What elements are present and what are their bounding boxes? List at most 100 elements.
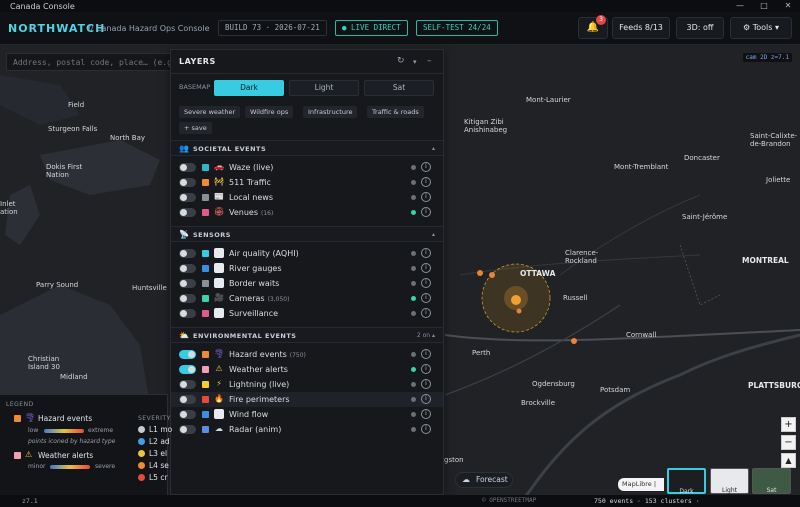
layer-row-air-quality[interactable]: Air quality (AQHI) i — [171, 246, 443, 261]
info-icon[interactable]: i — [421, 177, 431, 187]
place-label: Brockville — [521, 399, 555, 407]
cloud-sun-icon: ⛅ — [179, 331, 189, 340]
info-icon[interactable]: i — [421, 248, 431, 258]
layer-swatch — [202, 280, 209, 287]
refresh-icon[interactable]: ↻ — [397, 56, 405, 66]
layer-row-venues[interactable]: 🏟 Venues (16) i — [171, 205, 443, 220]
layer-swatch — [202, 164, 209, 171]
address-search-input[interactable] — [6, 53, 174, 71]
severity-dot — [138, 450, 145, 457]
tools-menu-button[interactable]: ⚙ Tools ▾ — [730, 17, 792, 39]
osm-attribution[interactable]: © OPENSTREETMAP — [482, 497, 536, 504]
layer-row-cameras[interactable]: 🎥 Cameras (3,050) i — [171, 291, 443, 306]
info-icon[interactable]: i — [421, 162, 431, 172]
layer-toggle[interactable] — [179, 365, 196, 374]
layer-toggle[interactable] — [179, 380, 196, 389]
preset-infrastructure[interactable]: Infrastructure — [303, 106, 358, 118]
layer-row-radar[interactable]: ☁ Radar (anim) i — [171, 422, 443, 437]
warning-icon: ⚠ — [25, 450, 33, 459]
info-icon[interactable]: i — [421, 308, 431, 318]
app-header: NORTHWATCH // Canada Hazard Ops Console … — [0, 12, 800, 45]
section-collapse[interactable]: ▴ — [432, 231, 435, 238]
self-test-badge[interactable]: SELF-TEST 24/24 — [416, 20, 498, 36]
fire-icon: 🔥 — [214, 394, 224, 403]
section-societal-events[interactable]: 👥 SOCIETAL EVENTS ▴ — [171, 140, 443, 156]
info-icon[interactable]: i — [421, 424, 431, 434]
info-icon[interactable]: i — [421, 379, 431, 389]
info-icon[interactable]: i — [421, 192, 431, 202]
severity-dot — [138, 474, 145, 481]
basemap-dark-button[interactable]: Dark — [214, 80, 284, 96]
place-label: Parry Sound — [36, 281, 79, 289]
section-collapse[interactable]: 2 on ▴ — [417, 332, 435, 339]
live-direct-badge[interactable]: ● LIVE DIRECT — [335, 20, 408, 36]
surveillance-icon — [214, 308, 224, 318]
layer-row-surveillance[interactable]: Surveillance i — [171, 306, 443, 321]
feeds-button[interactable]: Feeds 8/13 — [612, 17, 670, 39]
layer-toggle[interactable] — [179, 350, 196, 359]
layer-toggle[interactable] — [179, 309, 196, 318]
info-icon[interactable]: i — [421, 349, 431, 359]
layer-toggle[interactable] — [179, 178, 196, 187]
layer-row-wind-flow[interactable]: Wind flow i — [171, 407, 443, 422]
basemap-thumb-dark[interactable]: Dark — [667, 468, 706, 495]
alerts-button[interactable]: 🔔 3 — [578, 15, 608, 39]
layer-toggle[interactable] — [179, 193, 196, 202]
close-window-button[interactable]: ✕ — [776, 0, 800, 12]
layer-row-hazard-events[interactable]: 🌪 Hazard events (750) i — [171, 347, 443, 362]
layer-toggle[interactable] — [179, 279, 196, 288]
layer-row-weather-alerts[interactable]: ⚠ Weather alerts i — [171, 362, 443, 377]
layer-toggle[interactable] — [179, 294, 196, 303]
maximize-button[interactable]: □ — [752, 0, 776, 12]
section-sensors[interactable]: 📡 SENSORS ▴ — [171, 226, 443, 242]
collapse-icon[interactable]: – — [427, 56, 432, 66]
preset-severe-weather[interactable]: Severe weather — [179, 106, 241, 118]
section-collapse[interactable]: ▴ — [432, 145, 435, 152]
info-icon[interactable]: i — [421, 293, 431, 303]
info-icon[interactable]: i — [421, 263, 431, 273]
layer-toggle[interactable] — [179, 410, 196, 419]
info-icon[interactable]: i — [421, 394, 431, 404]
layer-row-fire-perimeters[interactable]: 🔥 Fire perimeters i — [171, 392, 443, 407]
layer-label: Radar (anim) — [229, 425, 282, 434]
layer-label: Lightning (live) — [229, 380, 290, 389]
compass-icon[interactable]: ▲ — [781, 453, 796, 468]
place-label: Christian Island 30 — [28, 355, 60, 371]
forecast-button[interactable]: ☁ Forecast — [455, 472, 513, 488]
preset-traffic-roads[interactable]: Traffic & roads — [367, 106, 424, 118]
layer-status-dot — [411, 397, 416, 402]
preset-save-button[interactable]: + save — [179, 122, 212, 134]
basemap-thumb-sat[interactable]: Sat — [752, 468, 791, 494]
car-icon: 🚗 — [214, 162, 224, 171]
layer-row-border-waits[interactable]: Border waits i — [171, 276, 443, 291]
basemap-light-button[interactable]: Light — [289, 80, 359, 96]
info-icon[interactable]: i — [421, 364, 431, 374]
zoom-in-button[interactable]: + — [781, 417, 796, 432]
basemap-sat-button[interactable]: Sat — [364, 80, 434, 96]
layer-row-waze[interactable]: 🚗 Waze (live) i — [171, 160, 443, 175]
cloud-icon: ☁ — [462, 475, 470, 484]
map-attribution[interactable]: MapLibre | © — [618, 478, 664, 491]
mode-3d-button[interactable]: 3D: off — [676, 17, 724, 39]
layer-row-lightning[interactable]: ⚡ Lightning (live) i — [171, 377, 443, 392]
layer-toggle[interactable] — [179, 163, 196, 172]
layer-row-local-news[interactable]: 📰 Local news i — [171, 190, 443, 205]
basemap-thumb-light[interactable]: Light — [710, 468, 749, 494]
layer-toggle[interactable] — [179, 264, 196, 273]
legend-title: LEGEND — [6, 401, 34, 408]
layer-toggle[interactable] — [179, 249, 196, 258]
layer-row-511[interactable]: 🚧 511 Traffic i — [171, 175, 443, 190]
layer-toggle[interactable] — [179, 208, 196, 217]
chevron-down-icon[interactable]: ▾ — [413, 58, 417, 66]
info-icon[interactable]: i — [421, 278, 431, 288]
place-label: OTTAWA — [520, 269, 556, 278]
info-icon[interactable]: i — [421, 409, 431, 419]
minimize-button[interactable]: — — [728, 0, 752, 12]
layer-toggle[interactable] — [179, 395, 196, 404]
layer-toggle[interactable] — [179, 425, 196, 434]
layer-row-river-gauges[interactable]: River gauges i — [171, 261, 443, 276]
preset-wildfire-ops[interactable]: Wildfire ops — [245, 106, 294, 118]
zoom-out-button[interactable]: − — [781, 435, 796, 450]
info-icon[interactable]: i — [421, 207, 431, 217]
section-environmental-events[interactable]: ⛅ ENVIRONMENTAL EVENTS 2 on ▴ — [171, 327, 443, 343]
